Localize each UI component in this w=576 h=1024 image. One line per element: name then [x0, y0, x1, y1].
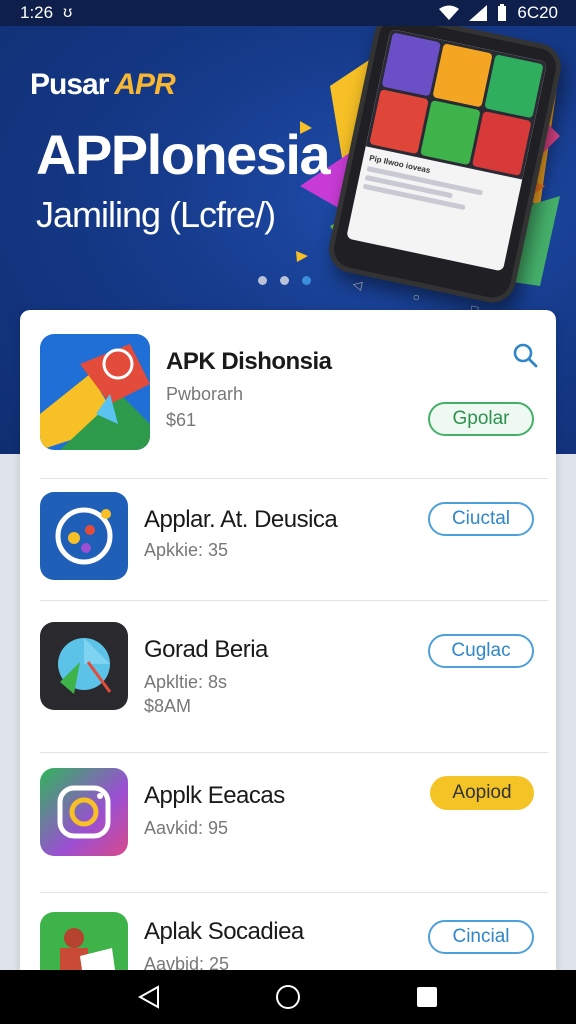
app-tile-icon: [420, 100, 481, 165]
app-meta: Apkkie: 35: [144, 540, 229, 560]
carousel-dot[interactable]: [258, 276, 267, 285]
status-right: 6C20: [439, 3, 558, 23]
back-icon: [138, 985, 160, 1009]
app-tile-icon: [369, 89, 430, 155]
phone-screen: Pip Ilwoo ioveas: [346, 28, 548, 272]
app-tile-icon: [483, 54, 544, 119]
app-tile-icon: [432, 43, 493, 108]
status-right-text: 6C20: [517, 3, 558, 22]
navigation-bar: [0, 970, 576, 1024]
app-meta: Aavkid: 95: [144, 818, 229, 838]
battery-icon: [498, 4, 507, 21]
brand-name: Pusar: [30, 68, 109, 101]
app-tile-icon: [471, 111, 532, 176]
hero-subtitle: Jamiling (Lcfre/): [36, 194, 276, 235]
install-button[interactable]: Aopiod: [430, 776, 534, 810]
app-price: $61: [166, 410, 197, 430]
hero-title: APPlonesia: [36, 123, 331, 186]
maps-app-icon: [40, 334, 150, 450]
status-left: 1:26 ʊ: [20, 3, 72, 23]
recents-icon: [416, 987, 437, 1007]
app-meta: Apkltie: 8s: [144, 672, 228, 692]
carousel-dots: [258, 276, 311, 285]
app-name: Gorad Beria: [144, 636, 268, 663]
app-name: Applar. At. Deusica: [144, 506, 338, 533]
carousel-dot-active[interactable]: [302, 276, 311, 285]
carousel-dot[interactable]: [280, 276, 289, 285]
camera-app-icon: [40, 768, 128, 856]
app-list-card: APK Dishonsia Pwborarh $61 Gpolar Applar…: [20, 310, 556, 1010]
home-icon: [275, 985, 300, 1009]
recents-button[interactable]: [412, 982, 442, 1012]
back-button[interactable]: [134, 982, 164, 1012]
brand-logo: Pusar APR: [30, 68, 176, 102]
app-row[interactable]: Gorad Beria Apkltie: 8s $8AM Cuglac: [20, 600, 556, 752]
home-button[interactable]: [273, 982, 303, 1012]
app-price: $8AM: [144, 696, 192, 716]
app-name: Applk Eeacas: [144, 782, 285, 809]
app-row[interactable]: APK Dishonsia Pwborarh $61 Gpolar: [20, 310, 556, 478]
app-name: Aplak Socadiea: [144, 918, 304, 945]
app-row[interactable]: Applar. At. Deusica Apkkie: 35 Ciuctal: [20, 478, 556, 600]
status-time: 1:26: [20, 3, 54, 22]
chat-app-icon: [40, 622, 128, 710]
signal-icon: [469, 5, 488, 21]
back-icon: ◁: [351, 276, 364, 293]
wifi-icon: [439, 5, 460, 20]
install-button[interactable]: Ciuctal: [428, 502, 534, 536]
install-button[interactable]: Cuglac: [428, 634, 534, 668]
app-tile-icon: [381, 32, 442, 97]
notification-icon: ʊ: [63, 4, 73, 21]
home-icon: ○: [411, 289, 422, 305]
app-developer: Pwborarh: [166, 384, 244, 404]
app-row[interactable]: Applk Eeacas Aavkid: 95 Aopiod: [20, 752, 556, 892]
app-name: APK Dishonsia: [166, 348, 332, 375]
photo-app-icon: [40, 492, 128, 580]
install-button[interactable]: Cincial: [428, 920, 534, 954]
brand-accent: APR: [114, 68, 175, 101]
status-bar: 1:26 ʊ 6C20: [0, 0, 576, 26]
install-button[interactable]: Gpolar: [428, 402, 534, 436]
